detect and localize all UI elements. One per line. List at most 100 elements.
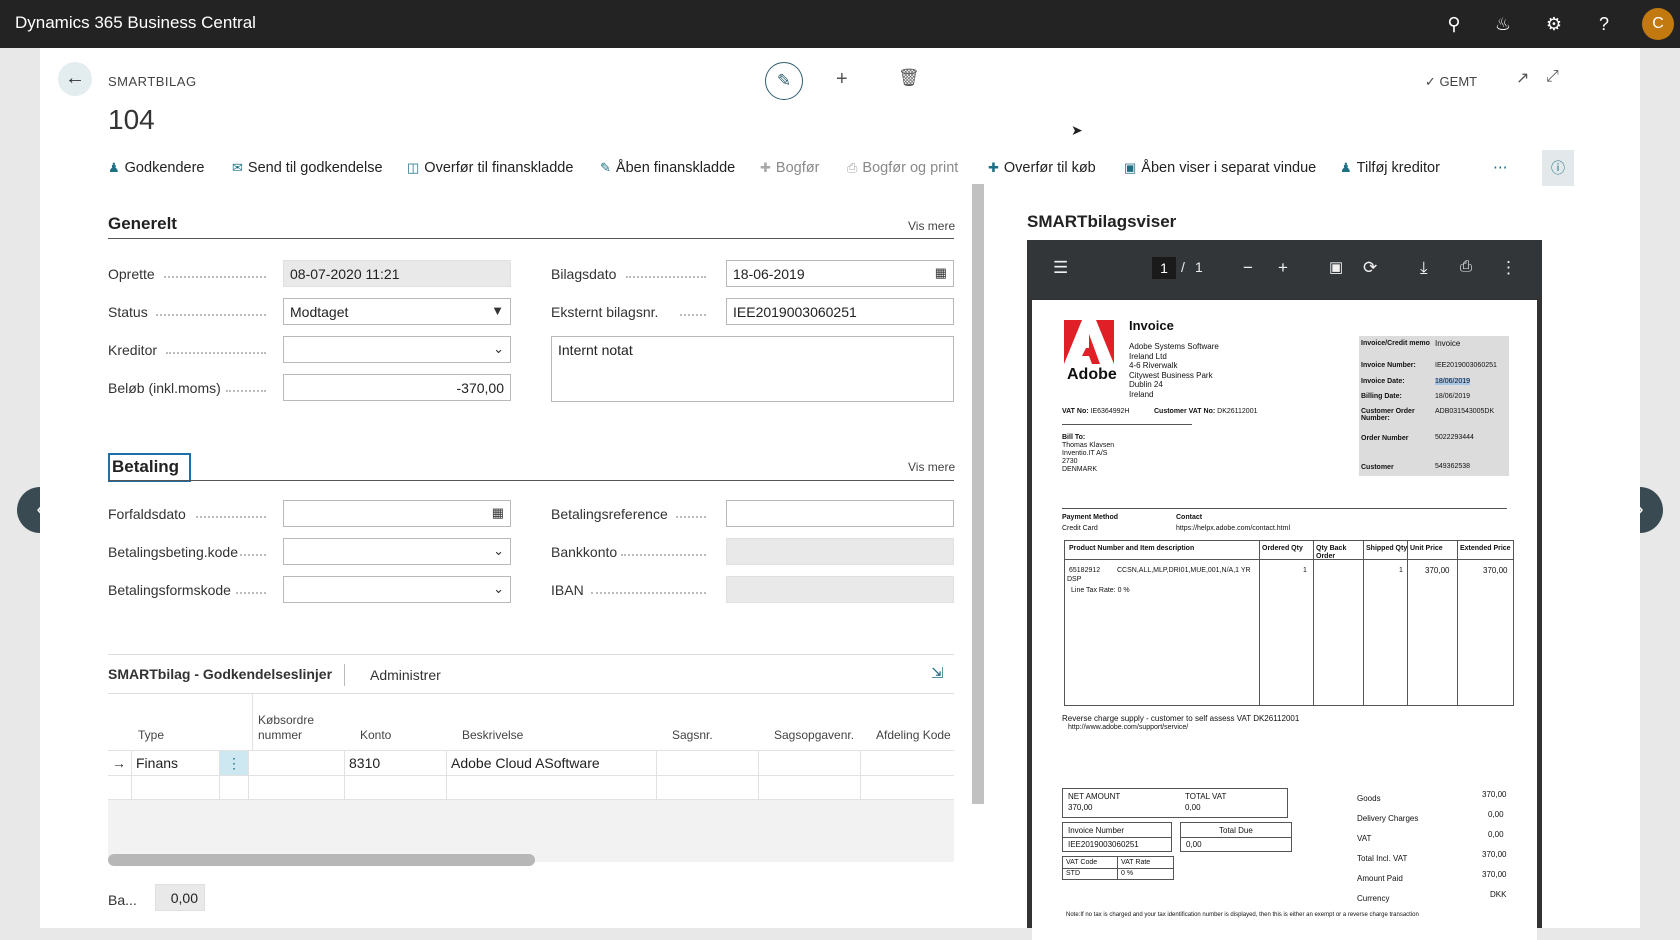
meta-value: 18/06/2019: [1435, 378, 1471, 385]
download-icon[interactable]: ⤓: [1420, 258, 1428, 278]
reverse-charge-note: Reverse charge supply - customer to self…: [1062, 714, 1300, 723]
meta-value: IEE2019003060251: [1435, 362, 1497, 369]
empty-cell[interactable]: [657, 776, 759, 800]
section-betaling-title[interactable]: Betaling: [108, 453, 191, 482]
fit-page-icon[interactable]: ▣: [1329, 258, 1343, 276]
zoom-out-icon[interactable]: −: [1243, 258, 1253, 278]
more-icon[interactable]: ⋮: [1500, 258, 1517, 278]
cell-afdeling[interactable]: [861, 751, 954, 775]
forfaldsdato-field[interactable]: ▦: [283, 500, 511, 527]
vat-number: VAT No: IE6364992H: [1062, 408, 1130, 415]
status-select[interactable]: Modtaget ▼: [283, 298, 511, 325]
help-icon[interactable]: ?: [1592, 12, 1616, 36]
tab-administrer[interactable]: Administrer: [370, 667, 441, 683]
bankkonto-field: [726, 538, 954, 565]
column-header-sagsnr[interactable]: Sagsnr.: [672, 728, 713, 742]
column-header-konto[interactable]: Konto: [360, 728, 391, 742]
table-row-empty[interactable]: [108, 776, 954, 800]
horizontal-scrollbar[interactable]: [108, 854, 535, 866]
print-icon[interactable]: ⎙: [1460, 258, 1472, 275]
item-header: Unit Price: [1410, 545, 1443, 552]
betalingsformskode-label: Betalingsformskode: [108, 582, 231, 598]
belob-field[interactable]: -370,00: [283, 374, 511, 401]
action-overfor-finanskladde[interactable]: ◫ Overfør til finanskladde: [407, 160, 573, 176]
cell-sagsnr[interactable]: [657, 751, 759, 775]
vat-code-box: VAT Code STD VAT Rate 0 %: [1062, 856, 1174, 880]
column-header-beskrivelse[interactable]: Beskrivelse: [462, 728, 523, 742]
leader-dots: [621, 554, 706, 556]
table-row[interactable]: → Finans ⋮ 8310 Adobe Cloud ASoftware: [108, 750, 954, 776]
column-header-sagsopgavenr[interactable]: Sagsopgavenr.: [774, 728, 854, 742]
generelt-show-more[interactable]: Vis mere: [908, 219, 955, 233]
calendar-icon[interactable]: ▦: [492, 505, 504, 521]
check-icon: ✓: [1425, 74, 1436, 89]
new-button[interactable]: +: [836, 68, 848, 91]
item-header: Shipped Qty: [1366, 545, 1408, 552]
open-new-window-icon[interactable]: ↗: [1516, 68, 1529, 88]
action-aaben-viser[interactable]: ▣ Åben viser i separat vindue: [1124, 160, 1316, 176]
totals-key: Currency: [1357, 894, 1390, 903]
back-button[interactable]: ←: [58, 62, 92, 96]
item-description: CCSN,ALL,MLP,DRI01,MUE,001,N/A,1 YR: [1117, 567, 1251, 574]
column-header-type[interactable]: Type: [138, 728, 164, 742]
column-header-kobsordre[interactable]: Købsordre nummer: [258, 713, 328, 743]
betalingsformskode-field[interactable]: ⌄: [283, 576, 511, 603]
action-godkendere[interactable]: ♟ Godkendere: [108, 160, 204, 176]
action-bogfor-og-print[interactable]: ⎙ Bogfør og print: [847, 160, 958, 176]
more-actions-icon[interactable]: ⋯: [1493, 160, 1508, 176]
page-number-input[interactable]: 1: [1152, 257, 1176, 279]
collapse-icon[interactable]: ⤢: [1546, 68, 1559, 86]
cell-kobsordre[interactable]: [249, 751, 345, 775]
lines-title[interactable]: SMARTbilag - Godkendelseslinjer: [108, 666, 332, 682]
eksternt-bilagsnr-field[interactable]: IEE2019003060251: [726, 298, 954, 325]
action-bogfor[interactable]: ✚ Bogfør: [760, 160, 819, 176]
edit-button[interactable]: ✎: [765, 62, 803, 100]
cell-beskrivelse[interactable]: Adobe Cloud ASoftware: [447, 751, 657, 775]
divider: [1363, 541, 1364, 705]
cell-sagsopgavenr[interactable]: [759, 751, 861, 775]
delete-icon[interactable]: 🗑: [898, 68, 920, 88]
gear-icon[interactable]: ⚙: [1542, 12, 1566, 36]
betaling-show-more[interactable]: Vis mere: [908, 460, 955, 474]
bell-icon[interactable]: ♨: [1491, 12, 1515, 36]
vertical-scrollbar[interactable]: [972, 184, 984, 804]
empty-cell[interactable]: [249, 776, 345, 800]
rotate-icon[interactable]: ⟳: [1363, 258, 1377, 278]
empty-cell[interactable]: [132, 776, 220, 800]
section-generelt-title[interactable]: Generelt: [108, 214, 177, 234]
divider: [108, 693, 954, 694]
search-icon[interactable]: ⚲: [1442, 12, 1466, 36]
expand-icon[interactable]: ⇲: [931, 664, 944, 682]
empty-cell[interactable]: [345, 776, 447, 800]
cell-konto[interactable]: 8310: [345, 751, 447, 775]
empty-cell[interactable]: [759, 776, 861, 800]
action-send-til-godkendelse[interactable]: ✉ Send til godkendelse: [232, 160, 383, 176]
empty-cell[interactable]: [447, 776, 657, 800]
info-pane-button[interactable]: ⓘ: [1542, 150, 1574, 186]
column-header-afdeling[interactable]: Afdeling Kode: [876, 728, 951, 742]
divider: [344, 664, 345, 686]
menu-icon[interactable]: ☰: [1053, 258, 1068, 278]
action-aaben-finanskladde[interactable]: ✎ Åben finanskladde: [600, 160, 735, 176]
betalingsbeting-field[interactable]: ⌄: [283, 538, 511, 565]
item-header: Product Number and Item description: [1069, 545, 1195, 552]
viewer-title: SMARTbilagsviser: [1027, 212, 1177, 231]
app-title[interactable]: Dynamics 365 Business Central: [15, 13, 256, 33]
bilagsdato-field[interactable]: 18-06-2019 ▦: [726, 260, 954, 287]
internt-notat-textarea[interactable]: Internt notat: [551, 336, 954, 402]
calendar-icon[interactable]: ▦: [935, 265, 947, 281]
zoom-in-icon[interactable]: +: [1278, 258, 1288, 278]
item-header: Extended Price: [1460, 545, 1511, 552]
action-tilfoj-kreditor[interactable]: ♟ Tilføj kreditor: [1340, 160, 1440, 176]
pdf-viewer[interactable]: ☰ 1 / 1 − + ▣ ⟳ ⤓ ⎙ ⋮ Adobe Invoice Adob…: [1027, 240, 1542, 940]
leader-dots: [156, 314, 266, 316]
bilagsdato-value: 18-06-2019: [733, 266, 805, 282]
cell-type[interactable]: Finans: [132, 751, 220, 775]
action-overfor-til-kob[interactable]: ✚ Overfør til køb: [988, 160, 1096, 176]
kreditor-field[interactable]: ⌄: [283, 336, 511, 363]
row-menu-icon[interactable]: ⋮: [220, 751, 249, 775]
avatar[interactable]: C: [1642, 8, 1674, 40]
invoice-number-box: Invoice Number IEE2019003060251: [1062, 822, 1172, 852]
betalingsreference-field[interactable]: [726, 500, 954, 527]
oprette-field: 08-07-2020 11:21: [283, 260, 511, 287]
